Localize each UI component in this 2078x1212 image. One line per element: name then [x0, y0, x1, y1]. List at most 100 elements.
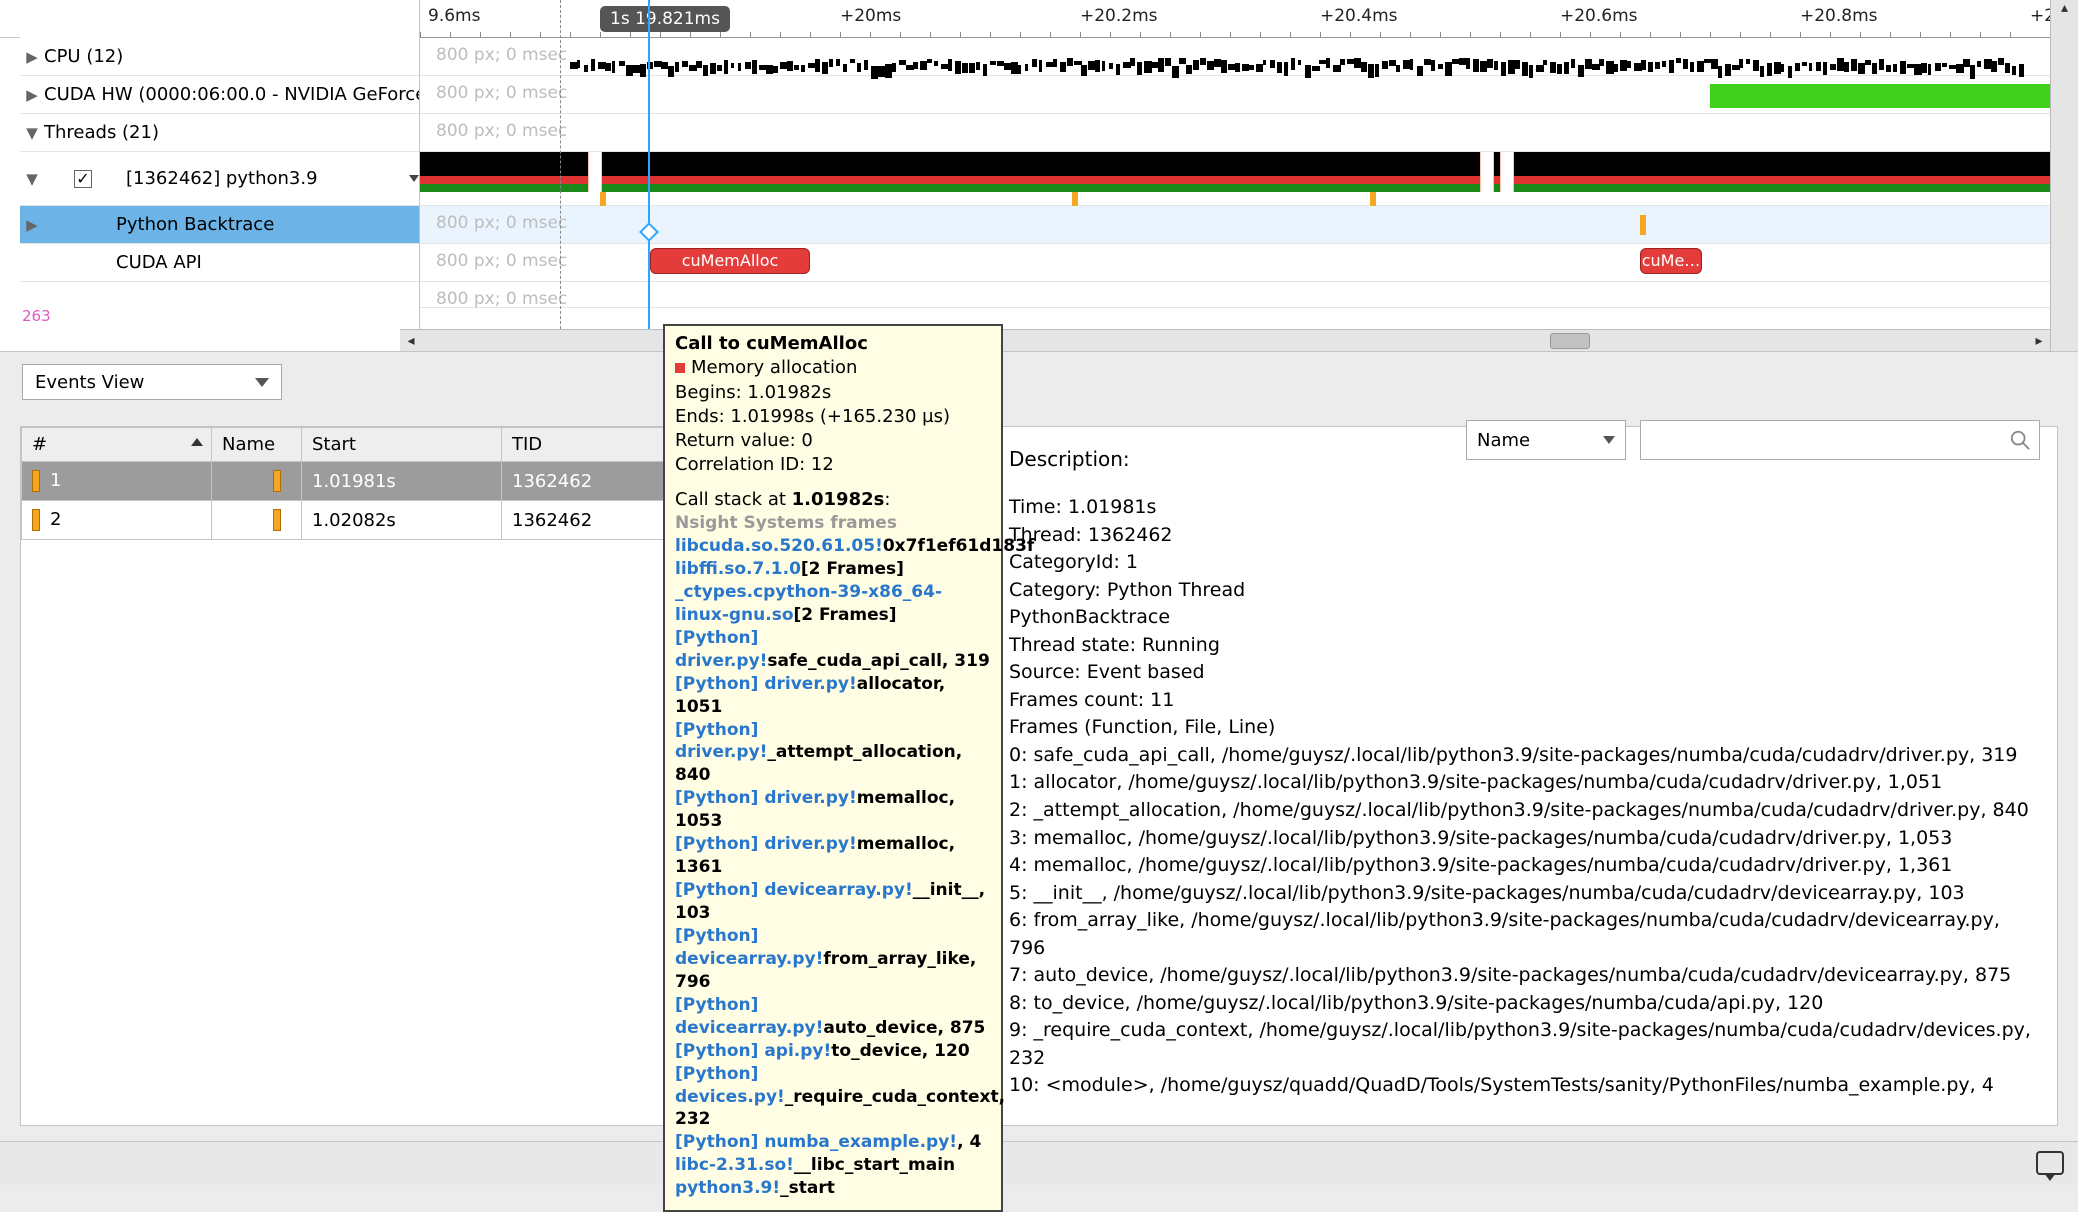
- timeline-lane[interactable]: 800 px; 0 msec: [420, 76, 2050, 114]
- tree-row-label: CUDA HW (0000:06:00.0 - NVIDIA GeForce R…: [44, 84, 419, 105]
- description-line: 3: memalloc, /home/guysz/.local/lib/pyth…: [1009, 825, 2041, 853]
- row-count-label: 263: [22, 307, 51, 325]
- ruler-tick: 9.6ms: [428, 6, 480, 26]
- description-line: 10: <module>, /home/guysz/quadd/QuadD/To…: [1009, 1072, 2041, 1100]
- tooltip-sysframes: Nsight Systems frames: [675, 513, 897, 533]
- event-tooltip: Call to cuMemAlloc Memory allocation Beg…: [663, 324, 1003, 1212]
- tooltip-title: Call to cuMemAlloc: [675, 332, 991, 356]
- table-header[interactable]: #: [22, 428, 212, 462]
- stack-frame: [Python] devices.py!_require_cuda_contex…: [675, 1063, 991, 1132]
- stack-frame: libcuda.so.520.61.05!0x7f1ef61d183f: [675, 535, 991, 558]
- ruler-tick: +20ms: [840, 6, 901, 26]
- description-line: Thread state: Running: [1009, 632, 2041, 660]
- stack-frame: [Python] numba_example.py!, 4: [675, 1131, 991, 1154]
- gpu-activity-block[interactable]: [1710, 84, 2050, 108]
- timeline-lane[interactable]: 800 px; 0 msec: [420, 206, 2050, 244]
- status-bar: [0, 1141, 2078, 1185]
- description-line: 7: auto_device, /home/guysz/.local/lib/p…: [1009, 962, 2041, 990]
- stack-frame: [Python] driver.py!memalloc, 1361: [675, 833, 991, 879]
- expand-icon[interactable]: ▶: [20, 216, 44, 234]
- description-line: 5: __init__, /home/guysz/.local/lib/pyth…: [1009, 880, 2041, 908]
- tree-row-label: Threads (21): [44, 122, 419, 143]
- vertical-scrollbar[interactable]: ▴: [2050, 0, 2078, 351]
- stack-frame: [Python] api.py!to_device, 120: [675, 1040, 991, 1063]
- stack-frame: python3.9!_start: [675, 1177, 991, 1200]
- table-header[interactable]: Start: [302, 428, 502, 462]
- expand-icon[interactable]: ▼: [20, 170, 44, 188]
- expand-icon[interactable]: ▶: [20, 48, 44, 66]
- horizontal-scrollbar[interactable]: ◂ ▸: [400, 329, 2050, 351]
- lane-placeholder: 800 px; 0 msec: [420, 282, 2050, 309]
- ruler-tick: +20.4ms: [1320, 6, 1398, 26]
- filter-field-dropdown[interactable]: Name: [1466, 426, 1626, 460]
- lane-placeholder: 800 px; 0 msec: [420, 206, 2050, 233]
- description-line: 8: to_device, /home/guysz/.local/lib/pyt…: [1009, 990, 2041, 1018]
- event-color-icon: [273, 509, 281, 531]
- timeline-lane[interactable]: 800 px; 0 msec: [420, 282, 2050, 308]
- expand-icon[interactable]: ▶: [20, 86, 44, 104]
- description-line: 2: _attempt_allocation, /home/guysz/.loc…: [1009, 797, 2041, 825]
- ruler-divider: [560, 0, 561, 329]
- timeline-tree[interactable]: ▶CPU (12)▶CUDA HW (0000:06:00.0 - NVIDIA…: [20, 0, 420, 351]
- sort-asc-icon: [191, 438, 203, 446]
- stack-frame: libffi.so.7.1.0[2 Frames]: [675, 558, 991, 581]
- tooltip-begins: Begins: 1.01982s: [675, 381, 991, 405]
- chevron-down-icon: [1603, 436, 1615, 444]
- stack-frame: [Python] devicearray.py!from_array_like,…: [675, 925, 991, 994]
- description-panel: Name Description: Time: 1.01981sThread: …: [992, 426, 2058, 1126]
- tree-row[interactable]: ▶CUDA HW (0000:06:00.0 - NVIDIA GeForce …: [20, 76, 419, 114]
- time-ruler[interactable]: 9.6ms+20ms+20.2ms+20.4ms+20.6ms+20.8ms+2…: [420, 0, 2050, 38]
- description-line: Time: 1.01981s: [1009, 494, 2041, 522]
- tree-row-label: CUDA API: [44, 252, 419, 273]
- tree-row-label: Python Backtrace: [44, 214, 419, 235]
- playhead-badge: 1s 19.821ms: [600, 6, 730, 32]
- tree-row-label: CPU (12): [44, 46, 419, 67]
- tree-row-label: [1362462] python3.9: [100, 168, 401, 189]
- tree-row[interactable]: ▼Threads (21): [20, 114, 419, 152]
- tooltip-ends: Ends: 1.01998s (+165.230 µs): [675, 405, 991, 429]
- chat-icon[interactable]: [2036, 1151, 2064, 1175]
- search-icon: [2009, 429, 2031, 451]
- row-menu-icon[interactable]: [409, 175, 419, 182]
- tree-row[interactable]: CUDA API: [20, 244, 419, 282]
- description-line: Thread: 1362462: [1009, 522, 2041, 550]
- checkbox[interactable]: ✓: [74, 170, 92, 188]
- stack-frame: _ctypes.cpython-39-x86_64-linux-gnu.so[2…: [675, 581, 991, 627]
- ruler-tick: +20.2ms: [1080, 6, 1158, 26]
- tree-row[interactable]: ▼ ✓ [1362462] python3.9: [20, 152, 419, 206]
- tree-row[interactable]: ▶Python Backtrace: [20, 206, 419, 244]
- tooltip-stack-header: Call stack at 1.01982s:: [675, 488, 991, 512]
- ruler-tick: +20.6ms: [1560, 6, 1638, 26]
- timeline-lane[interactable]: 800 px; 0 msec: [420, 38, 2050, 76]
- cuda-call-pill[interactable]: cuMe…: [1640, 248, 1702, 274]
- lane-placeholder: 800 px; 0 msec: [420, 38, 2050, 65]
- tree-row[interactable]: ▶CPU (12): [20, 38, 419, 76]
- tooltip-corr: Correlation ID: 12: [675, 453, 991, 477]
- description-line: 1: allocator, /home/guysz/.local/lib/pyt…: [1009, 769, 2041, 797]
- table-header[interactable]: Name: [212, 428, 302, 462]
- timeline-panel: 1s ▶CPU (12)▶CUDA HW (0000:06:00.0 - NVI…: [0, 0, 2078, 352]
- description-line: 0: safe_cuda_api_call, /home/guysz/.loca…: [1009, 742, 2041, 770]
- timeline-lane[interactable]: 800 px; 0 msec: [420, 114, 2050, 152]
- view-selector-label: Events View: [35, 372, 144, 393]
- stack-frame: [Python] driver.py!memalloc, 1053: [675, 787, 991, 833]
- timeline-lane[interactable]: [420, 152, 2050, 206]
- description-line: 6: from_array_like, /home/guysz/.local/l…: [1009, 907, 2041, 962]
- tooltip-kind: Memory allocation: [691, 357, 857, 378]
- description-line: 9: _require_cuda_context, /home/guysz/.l…: [1009, 1017, 2041, 1072]
- lower-panels: Events View #NameStartTID 11.01981s13624…: [0, 352, 2078, 1132]
- description-line: Frames (Function, File, Line): [1009, 714, 2041, 742]
- stack-frame: [Python] devicearray.py!auto_device, 875: [675, 994, 991, 1040]
- event-color-icon: [32, 509, 40, 531]
- description-line: 4: memalloc, /home/guysz/.local/lib/pyth…: [1009, 852, 2041, 880]
- description-line: PythonBacktrace: [1009, 604, 2041, 632]
- search-input[interactable]: [1640, 426, 2040, 460]
- filter-field-label: Name: [1477, 430, 1530, 451]
- expand-icon[interactable]: ▼: [20, 124, 44, 142]
- view-selector[interactable]: Events View: [22, 364, 282, 400]
- lane-placeholder: 800 px; 0 msec: [420, 114, 2050, 141]
- event-color-icon: [32, 470, 40, 492]
- cuda-call-pill[interactable]: cuMemAlloc: [650, 248, 810, 274]
- timeline-lane[interactable]: 800 px; 0 mseccuMemAlloccuMe…: [420, 244, 2050, 282]
- description-line: Source: Event based: [1009, 659, 2041, 687]
